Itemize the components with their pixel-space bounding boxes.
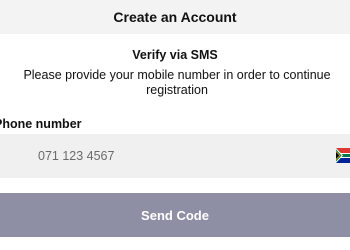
south-africa-flag-icon[interactable] [336,148,350,163]
phone-number-input[interactable] [38,134,318,178]
page-title: Create an Account [113,9,237,25]
create-account-screen: Create an Account Verify via SMS Please … [0,0,350,250]
header-bar: Create an Account [0,0,350,34]
verify-sms-title: Verify via SMS [132,48,218,62]
send-code-button[interactable]: Send Code [0,193,350,237]
phone-number-label: Phone number [0,117,82,131]
phone-field-container[interactable] [0,134,350,178]
verify-description: Please provide your mobile number in ord… [23,68,331,97]
